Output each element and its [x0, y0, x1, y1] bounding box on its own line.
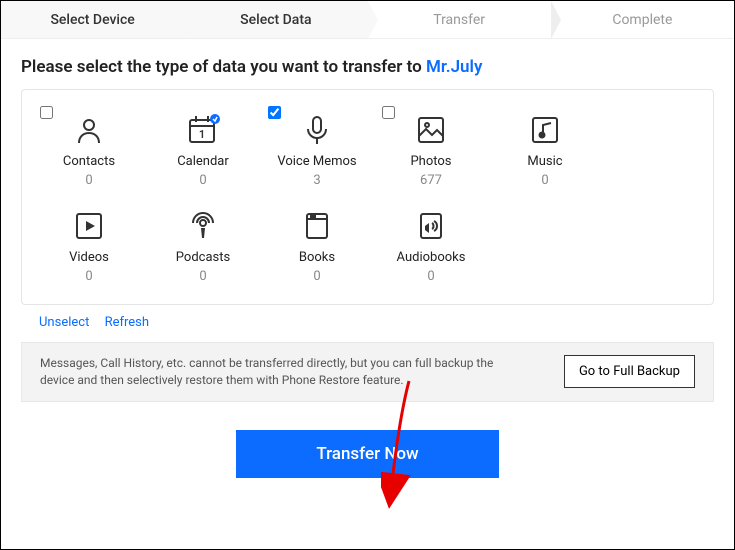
podcasts-icon: [185, 208, 221, 244]
item-label: Audiobooks: [397, 250, 466, 265]
data-item-music[interactable]: Music 0: [488, 106, 602, 202]
item-label: Voice Memos: [277, 154, 356, 169]
data-item-contacts[interactable]: Contacts 0: [32, 106, 146, 202]
item-label: Music: [527, 154, 562, 169]
music-icon: [527, 112, 563, 148]
device-name: Mr.July: [426, 57, 482, 77]
checkbox-voice-memos[interactable]: [268, 106, 281, 119]
item-label: Videos: [69, 250, 109, 265]
step-select-data: Select Data: [184, 1, 367, 38]
item-count: 0: [199, 269, 206, 284]
step-transfer: Transfer: [368, 1, 551, 38]
voice-memos-icon: [299, 112, 335, 148]
contacts-icon: [71, 112, 107, 148]
item-count: 0: [313, 269, 320, 284]
data-item-podcasts[interactable]: Podcasts 0: [146, 202, 260, 298]
svg-text:1: 1: [199, 128, 205, 141]
videos-icon: [71, 208, 107, 244]
full-backup-button[interactable]: Go to Full Backup: [564, 355, 695, 388]
audiobooks-icon: [413, 208, 449, 244]
wizard-steps: Select Device Select Data Transfer Compl…: [1, 1, 734, 39]
photos-icon: [413, 112, 449, 148]
item-count: 0: [85, 173, 92, 188]
prompt-prefix: Please select the type of data you want …: [21, 57, 426, 77]
data-type-grid: Contacts 0 1 Calendar 0 Voice Memos 3 Photos 677…: [32, 106, 703, 298]
item-count: 677: [420, 173, 442, 188]
item-count: 0: [541, 173, 548, 188]
checkbox-photos[interactable]: [382, 106, 395, 119]
item-label: Books: [299, 250, 335, 265]
data-type-card: Contacts 0 1 Calendar 0 Voice Memos 3 Photos 677…: [21, 89, 714, 305]
notice-bar: Messages, Call History, etc. cannot be t…: [21, 342, 714, 402]
books-icon: [299, 208, 335, 244]
data-item-voice-memos[interactable]: Voice Memos 3: [260, 106, 374, 202]
item-label: Photos: [410, 154, 451, 169]
item-count: 0: [427, 269, 434, 284]
action-links: Unselect Refresh: [1, 305, 734, 338]
checkbox-contacts[interactable]: [40, 106, 53, 119]
data-item-photos[interactable]: Photos 677: [374, 106, 488, 202]
item-count: 0: [199, 173, 206, 188]
data-item-calendar[interactable]: 1 Calendar 0: [146, 106, 260, 202]
notice-message: Messages, Call History, etc. cannot be t…: [40, 355, 500, 389]
item-count: 0: [85, 269, 92, 284]
data-item-audiobooks[interactable]: Audiobooks 0: [374, 202, 488, 298]
item-count: 3: [313, 173, 320, 188]
step-select-device: Select Device: [1, 1, 184, 38]
item-label: Contacts: [63, 154, 115, 169]
item-label: Podcasts: [176, 250, 230, 265]
refresh-link[interactable]: Refresh: [105, 315, 149, 330]
data-item-videos[interactable]: Videos 0: [32, 202, 146, 298]
transfer-now-button[interactable]: Transfer Now: [236, 430, 498, 478]
prompt-text: Please select the type of data you want …: [1, 39, 734, 89]
unselect-link[interactable]: Unselect: [39, 315, 89, 330]
step-complete: Complete: [551, 1, 734, 38]
data-item-books[interactable]: Books 0: [260, 202, 374, 298]
item-label: Calendar: [177, 154, 229, 169]
calendar-icon: 1: [185, 112, 221, 148]
